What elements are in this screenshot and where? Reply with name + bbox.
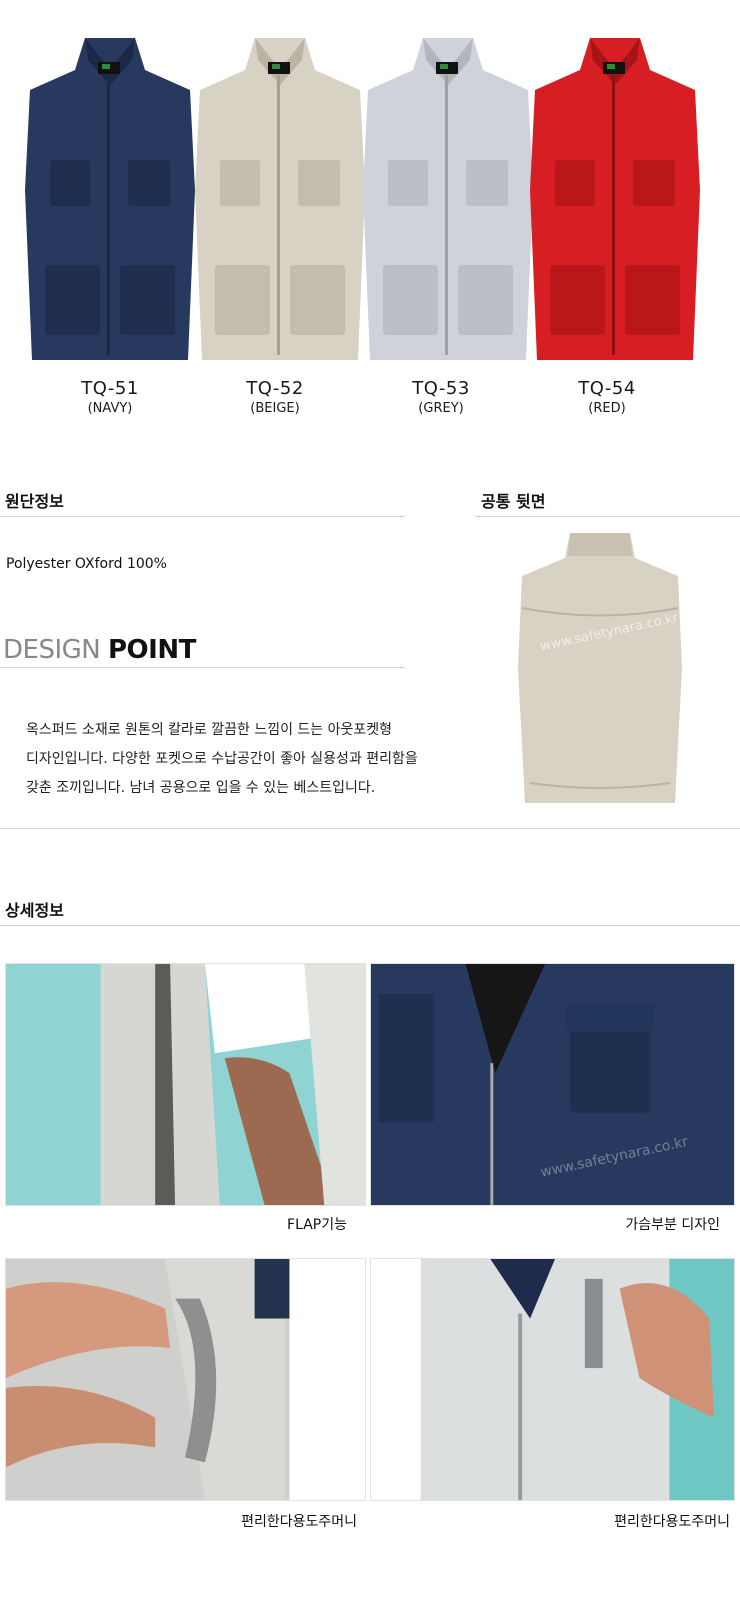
product-code: TQ-51	[81, 378, 139, 399]
detail-caption: 편리한다용도주머니	[241, 1514, 357, 1530]
back-vest-image: www.safetynara.co.kr	[500, 528, 700, 813]
product-code: TQ-54	[578, 378, 636, 399]
product-color: (RED)	[588, 401, 626, 416]
divider	[0, 925, 740, 926]
product-color: (BEIGE)	[250, 401, 300, 416]
product-caption-grey: TQ-53 (GREY)	[356, 378, 526, 416]
product-caption-beige: TQ-52 (BEIGE)	[190, 378, 360, 416]
detail-photo-pocket-right	[370, 1258, 735, 1501]
divider	[0, 667, 405, 668]
pocket-right-photo-graphic	[371, 1259, 734, 1500]
detail-caption: 가슴부분 디자인	[625, 1217, 720, 1233]
divider	[475, 516, 740, 517]
detail-photo-chest: www.safetynara.co.kr	[370, 963, 735, 1206]
product-vest-row	[10, 30, 730, 375]
design-title-bold: POINT	[107, 635, 196, 665]
design-description: 옥스퍼드 소재로 원톤의 칼라로 깔끔한 느낌이 드는 아웃포켓형 디자인입니다…	[26, 716, 426, 803]
product-captions: TQ-51 (NAVY) TQ-52 (BEIGE) TQ-53 (GREY) …	[0, 378, 740, 428]
description-line: 갖춘 조끼입니다. 남녀 공용으로 입을 수 있는 베스트입니다.	[26, 780, 376, 796]
divider	[0, 828, 740, 829]
product-color: (NAVY)	[87, 401, 133, 416]
detail-caption: FLAP기능	[287, 1217, 347, 1233]
product-color: (GREY)	[418, 401, 464, 416]
detail-caption: 편리한다용도주머니	[614, 1514, 730, 1530]
divider	[0, 516, 405, 517]
detail-photo-pocket-left	[5, 1258, 366, 1501]
pocket-left-photo-graphic	[6, 1259, 365, 1500]
vest-graphic	[530, 38, 700, 360]
flap-photo-graphic	[6, 964, 365, 1205]
fabric-text: Polyester OXford 100%	[6, 556, 167, 572]
product-caption-red: TQ-54 (RED)	[522, 378, 692, 416]
product-caption-navy: TQ-51 (NAVY)	[25, 378, 195, 416]
description-line: 옥스퍼드 소재로 원톤의 칼라로 깔끔한 느낌이 드는 아웃포켓형	[26, 722, 393, 738]
design-point-title: DESIGN POINT	[3, 635, 196, 665]
product-code: TQ-53	[412, 378, 470, 399]
detail-section-title: 상세정보	[5, 901, 64, 920]
product-code: TQ-52	[246, 378, 304, 399]
description-line: 디자인입니다. 다양한 포켓으로 수납공간이 좋아 실용성과 편리함을	[26, 751, 418, 767]
back-section-title: 공통 뒷면	[481, 492, 546, 511]
back-vest-graphic: www.safetynara.co.kr	[518, 533, 682, 803]
fabric-section-title: 원단정보	[5, 492, 64, 511]
chest-photo-graphic: www.safetynara.co.kr	[371, 964, 734, 1205]
vest-image-red	[515, 30, 715, 375]
detail-photo-flap	[5, 963, 366, 1206]
design-title-light: DESIGN	[3, 635, 101, 665]
